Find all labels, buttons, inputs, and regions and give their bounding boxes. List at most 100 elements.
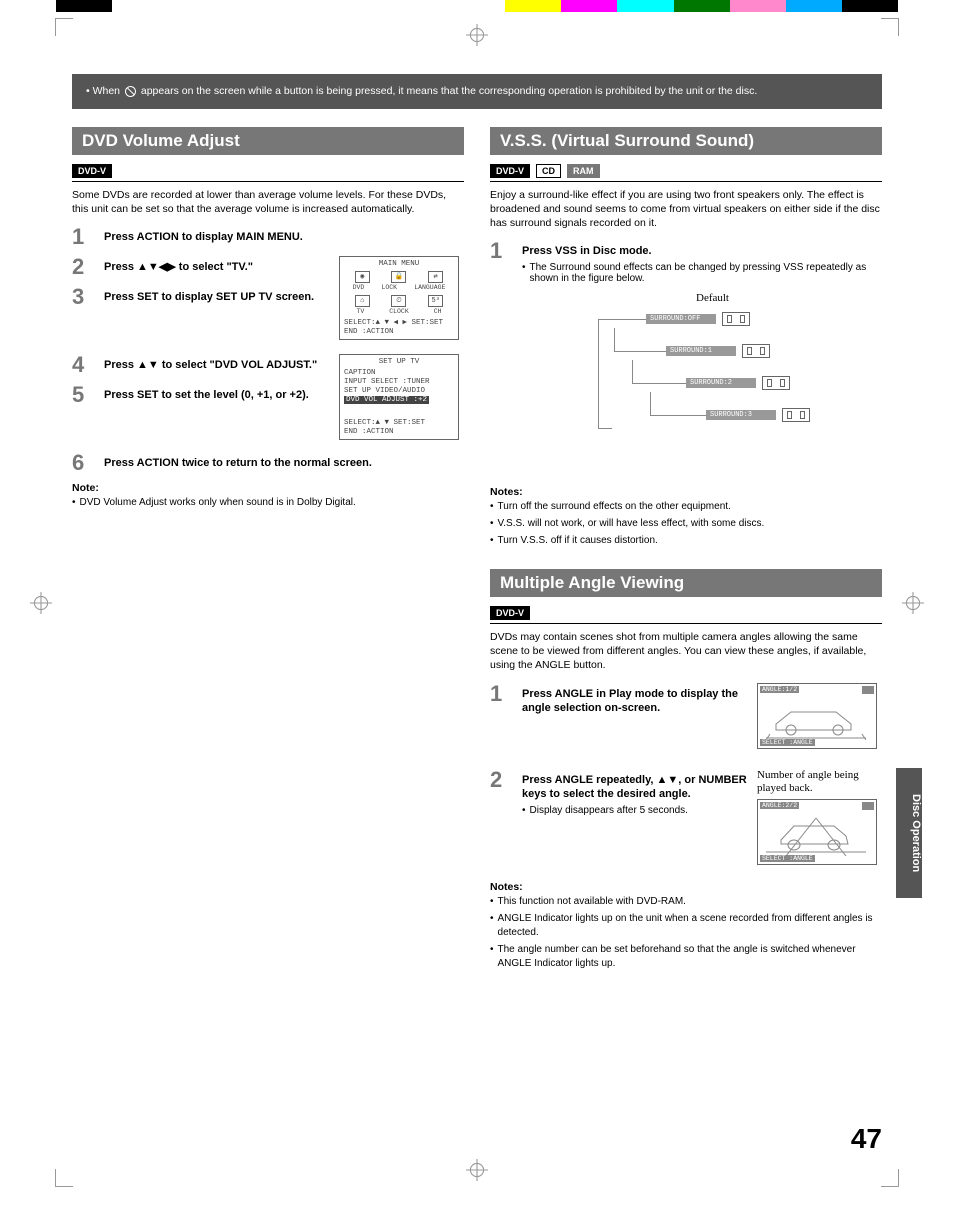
badge-cd: CD — [536, 164, 561, 178]
osd-footer: SELECT:▲ ▼ SET:SET — [344, 419, 454, 428]
osd-footer: END :ACTION — [344, 428, 454, 437]
step-6: 6 Press ACTION twice to return to the no… — [72, 452, 464, 474]
section-heading-vss: V.S.S. (Virtual Surround Sound) — [490, 127, 882, 155]
notes-list: This function not available with DVD-RAM… — [490, 895, 882, 971]
angle-indicator: ANGLE:1/2 — [760, 686, 799, 693]
step-3: 3 Press SET to display SET UP TV screen. — [72, 286, 329, 308]
step-text: Press VSS in Disc mode. — [522, 244, 882, 259]
vss-diagram: Default SURROUND:OFF SURROUND:1 SURROUND… — [536, 292, 836, 472]
osd-line: INPUT SELECT :TUNER — [344, 378, 454, 387]
registration-mark — [30, 592, 52, 614]
step-number: 2 — [490, 769, 512, 817]
vss-state: SURROUND:2 — [686, 378, 756, 388]
step-text: Press ▲▼ to select "DVD VOL ADJUST." — [104, 358, 329, 373]
section-intro: Enjoy a surround-like effect if you are … — [490, 188, 882, 231]
step-text: Press ACTION to display MAIN MENU. — [104, 230, 464, 245]
lock-icon: 🔒 — [391, 271, 406, 283]
speaker-icon — [762, 376, 790, 390]
notes-heading: Notes: — [490, 486, 882, 498]
note-item: This function not available with DVD-RAM… — [490, 895, 882, 909]
angle-screen-1: ANGLE:1/2 SELECT :ANGLE — [757, 683, 877, 749]
step-text: Press ANGLE in Play mode to display the … — [522, 687, 747, 717]
note-text-prefix: • When — [86, 85, 120, 97]
camera-icon — [862, 802, 874, 810]
vss-state: SURROUND:1 — [666, 346, 736, 356]
step-subtext: Display disappears after 5 seconds. — [522, 805, 747, 816]
clock-icon: ⏲ — [391, 295, 406, 307]
vss-state: SURROUND:OFF — [646, 314, 716, 324]
figure-note: Number of angle being played back. — [757, 769, 882, 795]
step-5: 5 Press SET to set the level (0, +1, or … — [72, 384, 329, 406]
step-number: 1 — [490, 683, 512, 717]
note-item: DVD Volume Adjust works only when sound … — [72, 496, 464, 510]
right-column: V.S.S. (Virtual Surround Sound) DVD-V CD… — [490, 127, 882, 974]
step-number: 5 — [72, 384, 94, 406]
osd-label: DVD — [353, 284, 365, 292]
vss-step-1: 1 Press VSS in Disc mode. The Surround s… — [490, 240, 882, 284]
tv-icon: ⌂ — [355, 295, 370, 307]
note-item: Turn off the surround effects on the oth… — [490, 500, 882, 514]
osd-line: SET UP VIDEO/AUDIO — [344, 387, 454, 396]
badge-dvdv: DVD-V — [490, 164, 530, 178]
step-4: 4 Press ▲▼ to select "DVD VOL ADJUST." — [72, 354, 329, 376]
angle-select-label: SELECT :ANGLE — [760, 739, 815, 746]
osd-line: CAPTION — [344, 369, 454, 378]
notes-list: DVD Volume Adjust works only when sound … — [72, 496, 464, 510]
badge-ram: RAM — [567, 164, 600, 178]
left-column: DVD Volume Adjust DVD-V Some DVDs are re… — [72, 127, 464, 974]
osd-label: TV — [356, 308, 364, 316]
osd-main-menu: MAIN MENU ◉ 🔒 ⇄ DVD LOCK LANGUAGE ⌂ — [339, 256, 459, 340]
step-2: 2 Press ▲▼◀▶ to select "TV." — [72, 256, 329, 278]
format-badges: DVD-V CD RAM — [490, 161, 882, 182]
disc-icon: ◉ — [355, 271, 370, 283]
crop-mark — [881, 18, 899, 36]
osd-label: CH — [434, 308, 442, 316]
default-label: Default — [696, 292, 729, 304]
badge-dvdv: DVD-V — [72, 164, 112, 178]
printer-color-bar — [0, 0, 954, 12]
speaker-icon — [782, 408, 810, 422]
osd-footer: SELECT:▲ ▼ ◀ ▶ SET:SET — [344, 319, 454, 328]
step-number: 6 — [72, 452, 94, 474]
section-tab: Disc Operation — [896, 768, 922, 898]
angle-indicator: ANGLE:2/2 — [760, 802, 799, 809]
prohibit-icon — [125, 86, 136, 97]
crop-mark — [881, 1169, 899, 1187]
step-text: Press SET to set the level (0, +1, or +2… — [104, 388, 329, 403]
vss-state: SURROUND:3 — [706, 410, 776, 420]
osd-title: SET UP TV — [344, 358, 454, 367]
note-item: The angle number can be set beforehand s… — [490, 943, 882, 971]
osd-label: LOCK — [381, 284, 397, 292]
angle-step-2: 2 Press ANGLE repeatedly, ▲▼, or NUMBER … — [490, 769, 747, 817]
osd-setup-tv: SET UP TV CAPTION INPUT SELECT :TUNER SE… — [339, 354, 459, 440]
car-illustration — [766, 696, 866, 740]
step-1: 1 Press ACTION to display MAIN MENU. — [72, 226, 464, 248]
warning-note: • When appears on the screen while a but… — [72, 74, 882, 109]
note-item: Turn V.S.S. off if it causes distortion. — [490, 534, 882, 548]
section-heading-angle: Multiple Angle Viewing — [490, 569, 882, 597]
notes-heading: Notes: — [490, 881, 882, 893]
step-number: 1 — [72, 226, 94, 248]
step-text: Press SET to display SET UP TV screen. — [104, 290, 329, 305]
step-text: Press ANGLE repeatedly, ▲▼, or NUMBER ke… — [522, 773, 747, 803]
note-text-suffix: appears on the screen while a button is … — [141, 85, 757, 97]
step-text: Press ACTION twice to return to the norm… — [104, 456, 464, 471]
crop-mark — [55, 1169, 73, 1187]
section-heading-dvd-volume: DVD Volume Adjust — [72, 127, 464, 155]
step-number: 1 — [490, 240, 512, 284]
note-item: V.S.S. will not work, or will have less … — [490, 517, 882, 531]
registration-mark — [466, 1159, 488, 1181]
step-subtext: The Surround sound effects can be change… — [522, 262, 882, 284]
angle-select-label: SELECT :ANGLE — [760, 855, 815, 862]
osd-highlight: DVD VOL ADJUST :+2 — [344, 396, 429, 404]
step-text: Press ▲▼◀▶ to select "TV." — [104, 260, 329, 275]
page-number: 47 — [851, 1123, 882, 1155]
step-number: 2 — [72, 256, 94, 278]
badge-dvdv: DVD-V — [490, 606, 530, 620]
angle-step-1: 1 Press ANGLE in Play mode to display th… — [490, 683, 747, 717]
format-badges: DVD-V — [490, 603, 882, 624]
registration-mark — [466, 24, 488, 46]
car-illustration — [766, 812, 866, 856]
language-icon: ⇄ — [428, 271, 443, 283]
section-intro: DVDs may contain scenes shot from multip… — [490, 630, 882, 673]
